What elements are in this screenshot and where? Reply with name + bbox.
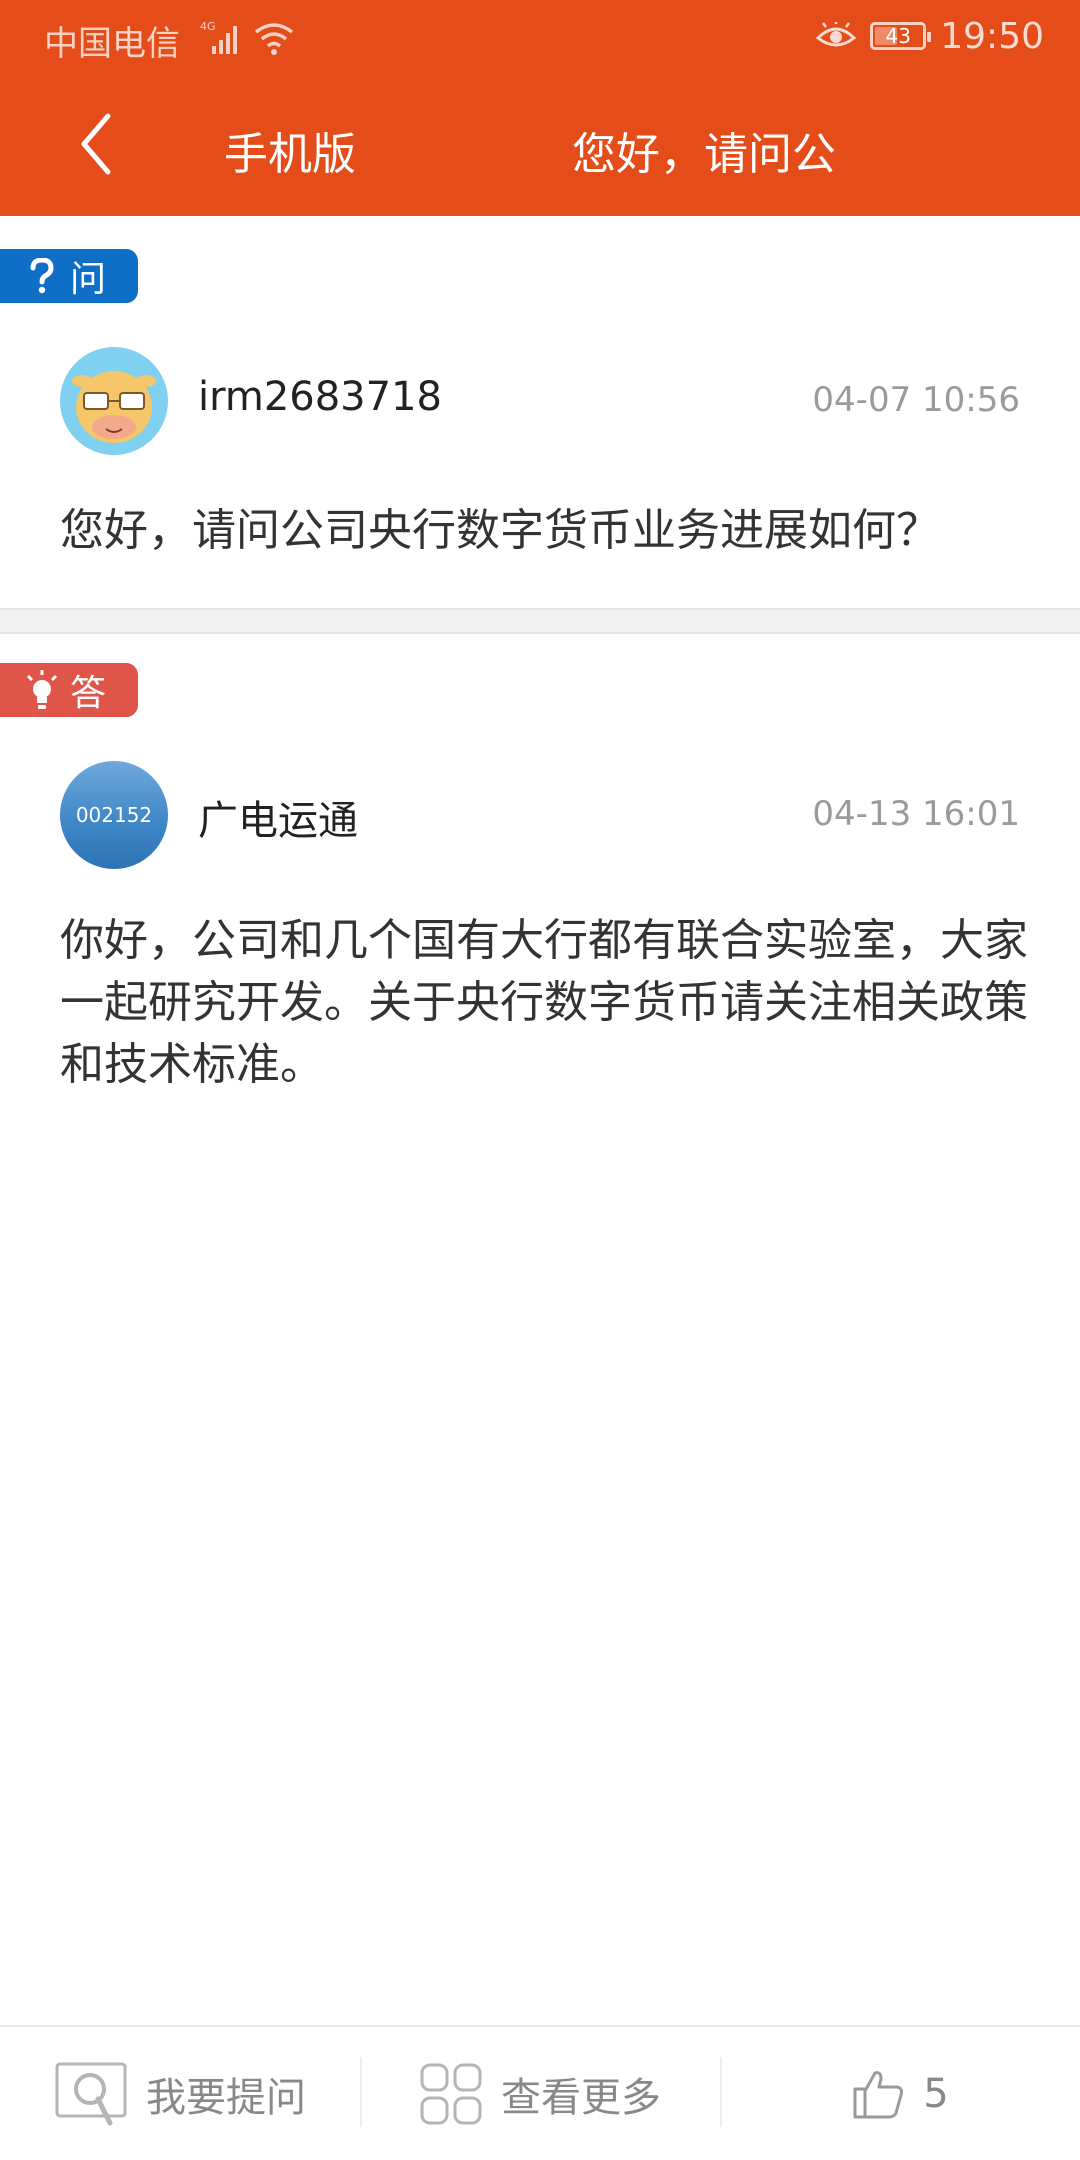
thumbs-up-icon: [851, 2067, 905, 2121]
company-code: 002152: [75, 803, 153, 827]
answer-text: 你好，公司和几个国有大行都有联合实验室，大家一起研究开发。关于央行数字货币请关注…: [60, 915, 1028, 1090]
wifi-icon: [254, 23, 294, 55]
ask-question-label: 我要提问: [146, 2074, 306, 2121]
nav-bar: 手机版 您好，请问公: [0, 72, 1080, 216]
battery-icon: 43: [870, 22, 932, 50]
back-arrow-icon: [81, 113, 111, 175]
status-right: 43 19:50: [816, 14, 1044, 58]
clock: 19:50: [940, 15, 1044, 57]
page-title: 您好，请问公: [572, 129, 836, 180]
view-more-button[interactable]: 查看更多: [360, 2027, 720, 2160]
question-user-name: irm2683718: [198, 374, 442, 420]
cow-avatar-icon: [60, 347, 168, 455]
company-avatar[interactable]: 002152: [60, 761, 168, 869]
bottom-bar: 我要提问 查看更多 5: [0, 2025, 1080, 2160]
back-button[interactable]: [60, 108, 132, 180]
answer-date: 04-13 16:01: [812, 794, 1020, 834]
question-date: 04-07 10:56: [812, 380, 1020, 420]
lightbulb-icon: [14, 669, 70, 711]
company-name: 广电运通: [198, 798, 358, 844]
answer-tag-label: 答: [70, 673, 107, 714]
network-type-label: 4G: [200, 20, 216, 33]
question-text: 您好，请问公司央行数字货币业务进展如何？: [60, 505, 940, 556]
view-more-label: 查看更多: [501, 2074, 661, 2121]
like-button[interactable]: 5: [720, 2027, 1080, 2160]
carrier-label: 中国电信: [44, 24, 180, 64]
question-tag-label: 问: [70, 259, 107, 300]
status-bar: 中国电信 4G 43 19:50: [0, 0, 1080, 72]
answer-tag: 答: [0, 663, 138, 717]
avatar[interactable]: [60, 347, 168, 455]
eye-comfort-icon: [816, 22, 857, 47]
section-divider: [0, 608, 1080, 634]
signal-icon: 4G: [200, 20, 237, 54]
signal-icons: 4G: [200, 14, 296, 58]
question-tag: 问: [0, 249, 138, 303]
ask-question-button[interactable]: 我要提问: [0, 2027, 360, 2160]
mobile-version-link[interactable]: 手机版: [224, 118, 356, 182]
grid-icon: [419, 2062, 483, 2126]
search-question-icon: [54, 2061, 128, 2127]
app-header: 中国电信 4G 43 19:50 手机版 您好，请问公: [0, 0, 1080, 216]
like-count: 5: [923, 2070, 949, 2117]
question-mark-icon: [14, 258, 70, 294]
battery-percent: 43: [885, 24, 911, 48]
